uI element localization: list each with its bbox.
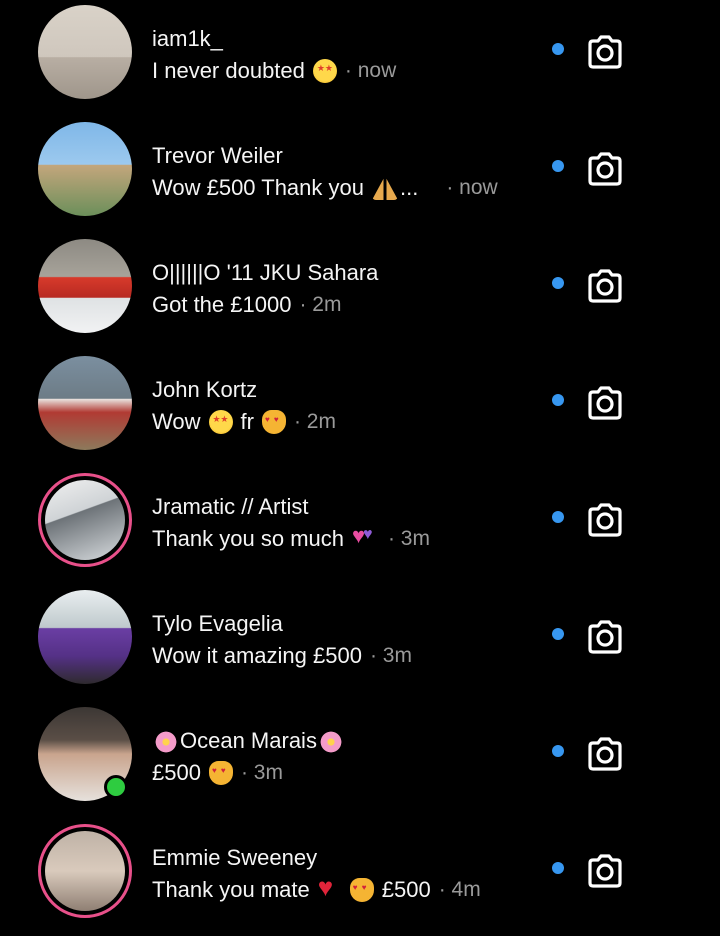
message-text: Wow £500 Thank you — [152, 175, 364, 200]
camera-icon[interactable] — [584, 382, 626, 424]
thread-name: O||||||O '11 JKU Sahara — [152, 260, 378, 286]
cherry-blossom-emoji-icon — [318, 730, 343, 755]
avatar[interactable] — [38, 239, 132, 333]
camera-icon[interactable] — [584, 31, 626, 73]
message-text: Thank you so much — [152, 526, 344, 551]
message-text: Got the £1000 — [152, 292, 292, 317]
unread-dot-icon — [552, 394, 564, 406]
message-preview: Wow £500 Thank you... · now — [152, 175, 498, 201]
heart-eyes-cat-emoji-icon — [349, 878, 374, 902]
avatar[interactable] — [38, 473, 132, 567]
camera-icon[interactable] — [584, 265, 626, 307]
thread-row[interactable]: Ocean Marais £500 · 3m — [0, 702, 720, 819]
unread-dot-icon — [552, 862, 564, 874]
avatar-image — [38, 356, 132, 450]
message-preview: Wow it amazing £500 · 3m — [152, 643, 412, 669]
thread-name: Trevor Weiler — [152, 143, 283, 169]
message-text: Thank you mate — [152, 877, 310, 902]
avatar[interactable] — [38, 590, 132, 684]
message-timestamp: · now — [344, 59, 397, 82]
avatar-image — [38, 590, 132, 684]
heart-arrow-emoji-icon — [352, 523, 380, 551]
thread-row[interactable]: Emmie Sweeney Thank you mate £500 · 4m — [0, 819, 720, 936]
thread-name: Emmie Sweeney — [152, 845, 317, 871]
message-preview: Thank you so much · 3m — [152, 523, 430, 552]
online-status-icon — [104, 775, 128, 799]
unread-dot-icon — [552, 628, 564, 640]
avatar[interactable] — [38, 824, 132, 918]
avatar[interactable] — [38, 707, 132, 801]
avatar-image — [38, 122, 132, 216]
thread-name: Ocean Marais — [152, 728, 345, 755]
message-text: £500 — [152, 760, 201, 785]
thread-name-text: Jramatic // Artist — [152, 494, 309, 519]
camera-icon[interactable] — [584, 148, 626, 190]
message-ellipsis: ... — [400, 175, 419, 200]
message-text: Wow it amazing £500 — [152, 643, 362, 668]
message-text-continued: fr — [240, 409, 254, 434]
thread-name: iam1k_ — [152, 26, 223, 52]
avatar-image — [38, 239, 132, 333]
thread-name-text: Ocean Marais — [180, 728, 317, 753]
message-text: I never doubted — [152, 58, 305, 83]
thread-name-text: Trevor Weiler — [152, 143, 283, 168]
message-preview: Wow fr · 2m — [152, 409, 336, 435]
avatar-image — [38, 5, 132, 99]
thread-row[interactable]: iam1k_ I never doubted · now — [0, 0, 720, 117]
red-heart-emoji-icon — [318, 872, 342, 903]
unread-dot-icon — [552, 277, 564, 289]
message-timestamp: · 2m — [293, 410, 336, 433]
thread-name: John Kortz — [152, 377, 257, 403]
unread-dot-icon — [552, 511, 564, 523]
thread-name-text: Emmie Sweeney — [152, 845, 318, 870]
avatar[interactable] — [38, 356, 132, 450]
message-preview: Got the £1000 · 2m — [152, 292, 341, 318]
camera-icon[interactable] — [584, 499, 626, 541]
message-text-continued: £500 — [381, 877, 431, 902]
message-preview: Thank you mate £500 · 4m — [152, 872, 481, 903]
avatar-image — [45, 831, 125, 911]
unread-dot-icon — [552, 43, 564, 55]
message-thread-list: iam1k_ I never doubted · now Trevor Weiler W… — [0, 0, 720, 918]
message-timestamp: · 3m — [387, 527, 430, 550]
message-timestamp: · 2m — [299, 293, 342, 316]
thread-name: Tylo Evagelia — [152, 611, 283, 637]
message-preview: I never doubted · now — [152, 58, 396, 84]
message-timestamp: · 4m — [438, 878, 481, 901]
avatar[interactable] — [38, 122, 132, 216]
folded-hands-emoji-icon — [372, 176, 398, 200]
star-struck-emoji-icon — [208, 410, 233, 434]
thread-row[interactable]: O||||||O '11 JKU Sahara Got the £1000 · 2m — [0, 234, 720, 351]
thread-name-text: iam1k_ — [152, 26, 223, 51]
thread-row[interactable]: Tylo Evagelia Wow it amazing £500 · 3m — [0, 585, 720, 702]
cherry-blossom-emoji-icon — [154, 730, 178, 755]
heart-eyes-cat-emoji-icon — [208, 761, 233, 785]
thread-row[interactable]: Trevor Weiler Wow £500 Thank you... · now — [0, 117, 720, 234]
thread-name-text: John Kortz — [152, 377, 258, 402]
star-struck-emoji-icon — [312, 59, 337, 83]
thread-row[interactable]: John Kortz Wow fr · 2m — [0, 351, 720, 468]
heart-eyes-cat-emoji-icon — [261, 410, 286, 434]
thread-name-text: O||||||O '11 JKU Sahara — [152, 260, 379, 285]
message-timestamp: · 3m — [369, 644, 412, 667]
message-timestamp: · 3m — [240, 761, 283, 784]
message-preview: £500 · 3m — [152, 760, 283, 786]
thread-name-text: Tylo Evagelia — [152, 611, 283, 636]
unread-dot-icon — [552, 160, 564, 172]
avatar[interactable] — [38, 5, 132, 99]
thread-name: Jramatic // Artist — [152, 494, 308, 520]
camera-icon[interactable] — [584, 733, 626, 775]
message-timestamp: · now — [446, 176, 498, 199]
thread-row[interactable]: Jramatic // Artist Thank you so much · 3m — [0, 468, 720, 585]
avatar-image — [45, 480, 125, 560]
message-text: Wow — [152, 409, 201, 434]
unread-dot-icon — [552, 745, 564, 757]
camera-icon[interactable] — [584, 616, 626, 658]
camera-icon[interactable] — [584, 850, 626, 892]
